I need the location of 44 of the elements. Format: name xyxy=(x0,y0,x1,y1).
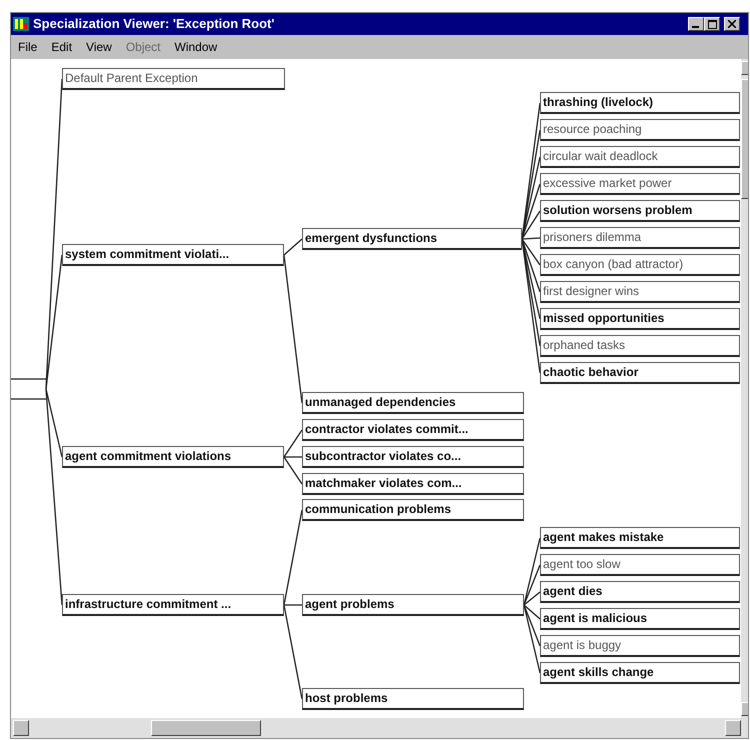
menu-item[interactable]: View xyxy=(79,38,119,56)
tree-node[interactable]: agent skills change xyxy=(540,662,740,684)
tree-node[interactable]: emergent dysfunctions xyxy=(302,228,522,250)
tree-node[interactable]: agent dies xyxy=(540,581,740,603)
tree-node[interactable]: solution worsens problem xyxy=(540,200,740,222)
tree-node[interactable]: Default Parent Exception xyxy=(62,68,285,90)
maximize-button[interactable] xyxy=(704,17,720,31)
tree-node[interactable]: subcontractor violates co... xyxy=(302,446,524,468)
scroll-left-button[interactable] xyxy=(13,720,29,736)
menu-item[interactable]: Edit xyxy=(44,38,80,56)
menu-item[interactable]: Window xyxy=(168,38,224,56)
minimize-button[interactable] xyxy=(688,17,704,31)
tree-node[interactable]: communication problems xyxy=(302,499,524,521)
maximize-icon xyxy=(708,20,716,28)
tree-node[interactable]: prisoners dilemma xyxy=(540,227,740,249)
tree-node[interactable]: excessive market power xyxy=(540,173,740,195)
tree-node[interactable]: agent is buggy xyxy=(540,635,740,657)
tree-node[interactable]: chaotic behavior xyxy=(540,362,740,384)
close-button[interactable] xyxy=(724,17,740,31)
tree-node[interactable]: agent is malicious xyxy=(540,608,740,630)
tree-node[interactable]: orphaned tasks xyxy=(540,335,740,357)
tree-node[interactable]: agent too slow xyxy=(540,554,740,576)
tree-node[interactable]: thrashing (livelock) xyxy=(540,92,740,114)
tree-node[interactable]: agent commitment violations xyxy=(62,446,284,468)
scroll-thumb[interactable] xyxy=(151,720,261,736)
tree-node[interactable]: unmanaged dependencies xyxy=(302,392,524,414)
tree-node[interactable]: host problems xyxy=(302,688,524,710)
tree-node[interactable]: agent problems xyxy=(302,594,524,616)
tree-node[interactable]: contractor violates commit... xyxy=(302,419,524,441)
close-icon xyxy=(728,20,736,28)
tree-node[interactable]: infrastructure commitment ... xyxy=(62,594,284,616)
tree-node[interactable]: missed opportunities xyxy=(540,308,740,330)
window-title: Specialization Viewer: 'Exception Root' xyxy=(33,15,276,34)
tree-node[interactable]: first designer wins xyxy=(540,281,740,303)
tree-node[interactable]: system commitment violati... xyxy=(62,244,284,266)
tree-node[interactable]: box canyon (bad attractor) xyxy=(540,254,740,276)
horizontal-scrollbar[interactable] xyxy=(11,718,748,738)
tree-node[interactable]: circular wait deadlock xyxy=(540,146,740,168)
tree-node[interactable]: agent makes mistake xyxy=(540,527,740,549)
tree-node[interactable]: resource poaching xyxy=(540,119,740,141)
app-icon xyxy=(13,17,29,31)
scroll-right-button[interactable] xyxy=(725,720,741,736)
tree-node[interactable]: matchmaker violates com... xyxy=(302,473,524,495)
menu-item[interactable]: File xyxy=(11,38,44,56)
